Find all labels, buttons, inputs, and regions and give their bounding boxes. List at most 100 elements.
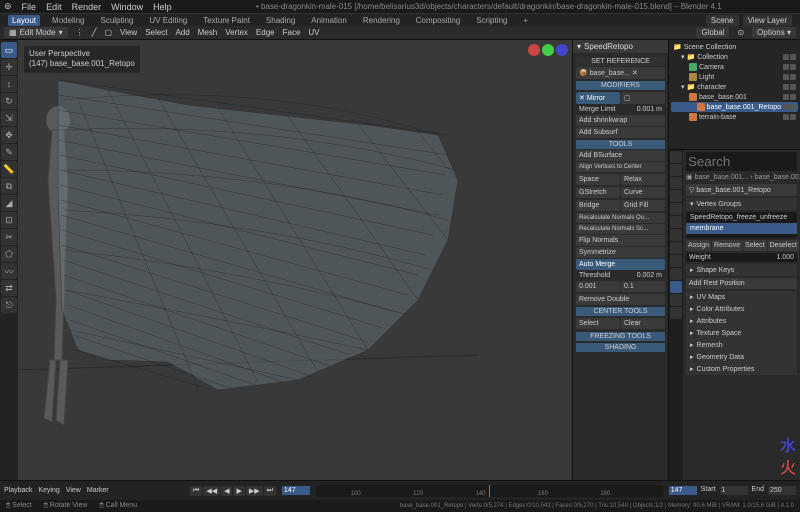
add-rest-pos[interactable]: Add Rest Position — [686, 278, 797, 289]
frame-display[interactable] — [669, 486, 697, 495]
vg-select[interactable]: Select — [743, 240, 766, 251]
face-select-icon[interactable]: ▢ — [104, 28, 112, 37]
gridfill-btn[interactable]: Grid Fill — [621, 200, 665, 211]
tool-move[interactable]: ↕ — [1, 76, 17, 92]
menu-window[interactable]: Window — [111, 2, 143, 12]
gstretch-btn[interactable]: GStretch — [576, 187, 620, 198]
panel-uvmaps[interactable]: ▸ UV Maps — [686, 291, 797, 303]
val2[interactable]: 0.1 — [621, 281, 665, 292]
vg-remove[interactable]: Remove — [712, 240, 742, 251]
tool-select[interactable]: ▭ — [1, 42, 17, 58]
menu-help[interactable]: Help — [153, 2, 172, 12]
tool-transform[interactable]: ✥ — [1, 127, 17, 143]
add-subsurf[interactable]: Add Subsurf — [576, 127, 665, 138]
ptab-constraint[interactable] — [670, 268, 682, 280]
end-frame[interactable] — [768, 486, 796, 495]
tool-rip[interactable]: ⎋ — [1, 297, 17, 313]
add-shrinkwrap[interactable]: Add shrinkwrap — [576, 115, 665, 126]
vg-list[interactable]: SpeedRetopo_freeze_unfreeze membrane — [686, 212, 797, 238]
props-search[interactable] — [686, 152, 797, 171]
timeline-frames[interactable]: 100 120 140 160 180 — [316, 485, 663, 497]
ptab-view[interactable] — [670, 177, 682, 189]
panel-remesh[interactable]: ▸ Remesh — [686, 339, 797, 351]
ref-object[interactable]: 📦 base_base... ✕ — [576, 67, 665, 79]
menu-add[interactable]: Add — [175, 28, 189, 37]
tool-rotate[interactable]: ↻ — [1, 93, 17, 109]
prev-key-btn[interactable]: ◀◀ — [203, 486, 220, 496]
menu-view[interactable]: View — [120, 28, 137, 37]
tool-cursor[interactable]: ✛ — [1, 59, 17, 75]
ct-clear[interactable]: Clear — [621, 318, 665, 329]
align-center[interactable]: Align Vertices to Center — [576, 162, 665, 172]
tool-annotate[interactable]: ✎ — [1, 144, 17, 160]
next-key-btn[interactable]: ▶▶ — [246, 486, 263, 496]
flip-normals[interactable]: Flip Normals — [576, 235, 665, 246]
ptab-data[interactable] — [670, 281, 682, 293]
relax-btn[interactable]: Relax — [621, 174, 665, 185]
menu-edit[interactable]: Edit — [46, 2, 62, 12]
menu-file[interactable]: File — [22, 2, 37, 12]
tl-view[interactable]: View — [66, 487, 81, 494]
mode-dropdown[interactable]: ▦Edit Mode▾ — [4, 27, 68, 38]
panel-colorattr[interactable]: ▸ Color Attributes — [686, 303, 797, 315]
tab-uv[interactable]: UV Editing — [145, 15, 191, 26]
tool-poly[interactable]: ⬠ — [1, 246, 17, 262]
menu-uv[interactable]: UV — [308, 28, 319, 37]
val1[interactable]: 0.001 — [576, 281, 620, 292]
bridge-btn[interactable]: Bridge — [576, 200, 620, 211]
tool-bevel[interactable]: ◢ — [1, 195, 17, 211]
tab-render[interactable]: Rendering — [359, 15, 404, 26]
tab-add[interactable]: + — [519, 15, 532, 26]
tab-modeling[interactable]: Modeling — [48, 15, 88, 26]
gizmo-icon2[interactable] — [542, 44, 554, 56]
ptab-particle[interactable] — [670, 242, 682, 254]
tab-sculpting[interactable]: Sculpting — [97, 15, 138, 26]
menu-mesh[interactable]: Mesh — [198, 28, 218, 37]
tool-slide[interactable]: ⇄ — [1, 280, 17, 296]
play-rev-btn[interactable]: ◀ — [221, 486, 232, 496]
tab-shading[interactable]: Shading — [262, 15, 299, 26]
gizmo-icon[interactable] — [528, 44, 540, 56]
vg-header[interactable]: ▾ Vertex Groups — [686, 198, 797, 210]
tab-anim[interactable]: Animation — [307, 15, 351, 26]
weight-slider[interactable]: Weight1.000 — [686, 253, 797, 262]
viewlayer-dropdown[interactable]: View Layer — [743, 15, 792, 26]
tool-smooth[interactable]: 〰 — [1, 263, 17, 279]
panel-attributes[interactable]: ▸ Attributes — [686, 315, 797, 327]
menu-face[interactable]: Face — [283, 28, 301, 37]
3d-viewport[interactable]: User Perspective (147) base_base.001_Ret… — [18, 40, 572, 480]
edge-select-icon[interactable]: ╱ — [92, 28, 97, 37]
jump-start-btn[interactable]: ⏮ — [190, 486, 202, 496]
vg-deselect[interactable]: Deselect — [768, 240, 799, 251]
tab-tex[interactable]: Texture Paint — [199, 15, 254, 26]
panel-geodata[interactable]: ▸ Geometry Data — [686, 351, 797, 363]
vg-item-freeze[interactable]: SpeedRetopo_freeze_unfreeze — [686, 212, 797, 223]
tool-scale[interactable]: ⇲ — [1, 110, 17, 126]
ptab-obj[interactable] — [670, 216, 682, 228]
vg-assign[interactable]: Assign — [686, 240, 711, 251]
outliner[interactable]: 📁Scene Collection ▾ 📁Collection Camera L… — [669, 40, 800, 150]
orientation-dropdown[interactable]: Global — [696, 27, 729, 38]
ptab-world[interactable] — [670, 203, 682, 215]
mirror-btn[interactable]: ✕ Mirror — [576, 92, 620, 104]
ptab-physics[interactable] — [670, 255, 682, 267]
ptab-render[interactable] — [670, 151, 682, 163]
vg-item-membrane[interactable]: membrane — [686, 223, 797, 234]
tool-loop[interactable]: ⊡ — [1, 212, 17, 228]
jump-end-btn[interactable]: ⏭ — [264, 486, 276, 496]
menu-select[interactable]: Select — [145, 28, 167, 37]
recalc-scr[interactable]: Recalculate Normals Sc... — [576, 224, 665, 234]
options-btn[interactable]: Options ▾ — [752, 27, 796, 38]
play-btn[interactable]: ▶ — [233, 486, 244, 496]
tab-comp[interactable]: Compositing — [412, 15, 464, 26]
ptab-texture[interactable] — [670, 307, 682, 319]
mirror-toggle[interactable]: ▢ — [621, 92, 665, 104]
scene-dropdown[interactable]: Scene — [706, 15, 739, 26]
menu-edge[interactable]: Edge — [256, 28, 275, 37]
panel-shapekeys[interactable]: ▸ Shape Keys — [686, 264, 797, 276]
curve-btn[interactable]: Curve — [621, 187, 665, 198]
tab-script[interactable]: Scripting — [472, 15, 511, 26]
panel-texspace[interactable]: ▸ Texture Space — [686, 327, 797, 339]
snap-icon[interactable]: ⊙ — [737, 28, 744, 37]
add-bsurface[interactable]: Add BSurface — [576, 150, 665, 161]
